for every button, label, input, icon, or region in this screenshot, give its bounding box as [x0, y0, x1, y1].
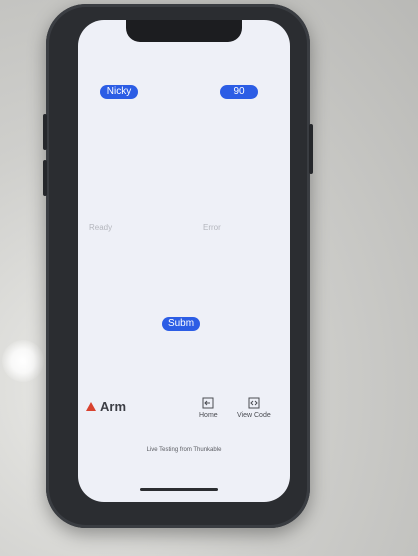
- phone-notch: [126, 20, 242, 42]
- home-button[interactable]: Home: [199, 397, 218, 419]
- app-branding: Arm: [86, 399, 126, 414]
- name-field[interactable]: Nicky: [100, 85, 138, 99]
- volume-button: [43, 114, 47, 150]
- submit-button[interactable]: Subm: [162, 317, 200, 331]
- thunkable-logo-icon: [86, 402, 96, 411]
- app-screen: Nicky 90 Ready Error Subm Arm Home View …: [78, 20, 290, 502]
- app-name: Arm: [100, 399, 127, 414]
- number-field[interactable]: 90: [220, 85, 258, 99]
- light-reflection: [2, 340, 44, 382]
- live-testing-footer: Live Testing from Thunkable: [146, 447, 222, 453]
- home-indicator[interactable]: [140, 488, 218, 491]
- ready-label: Ready: [89, 223, 113, 232]
- home-label: Home: [199, 412, 218, 419]
- volume-button: [43, 160, 47, 196]
- view-code-button[interactable]: View Code: [237, 397, 271, 419]
- error-label: Error: [203, 223, 221, 232]
- power-button: [309, 124, 313, 174]
- code-icon: [248, 397, 260, 409]
- home-icon: [202, 397, 214, 409]
- view-code-label: View Code: [237, 412, 271, 419]
